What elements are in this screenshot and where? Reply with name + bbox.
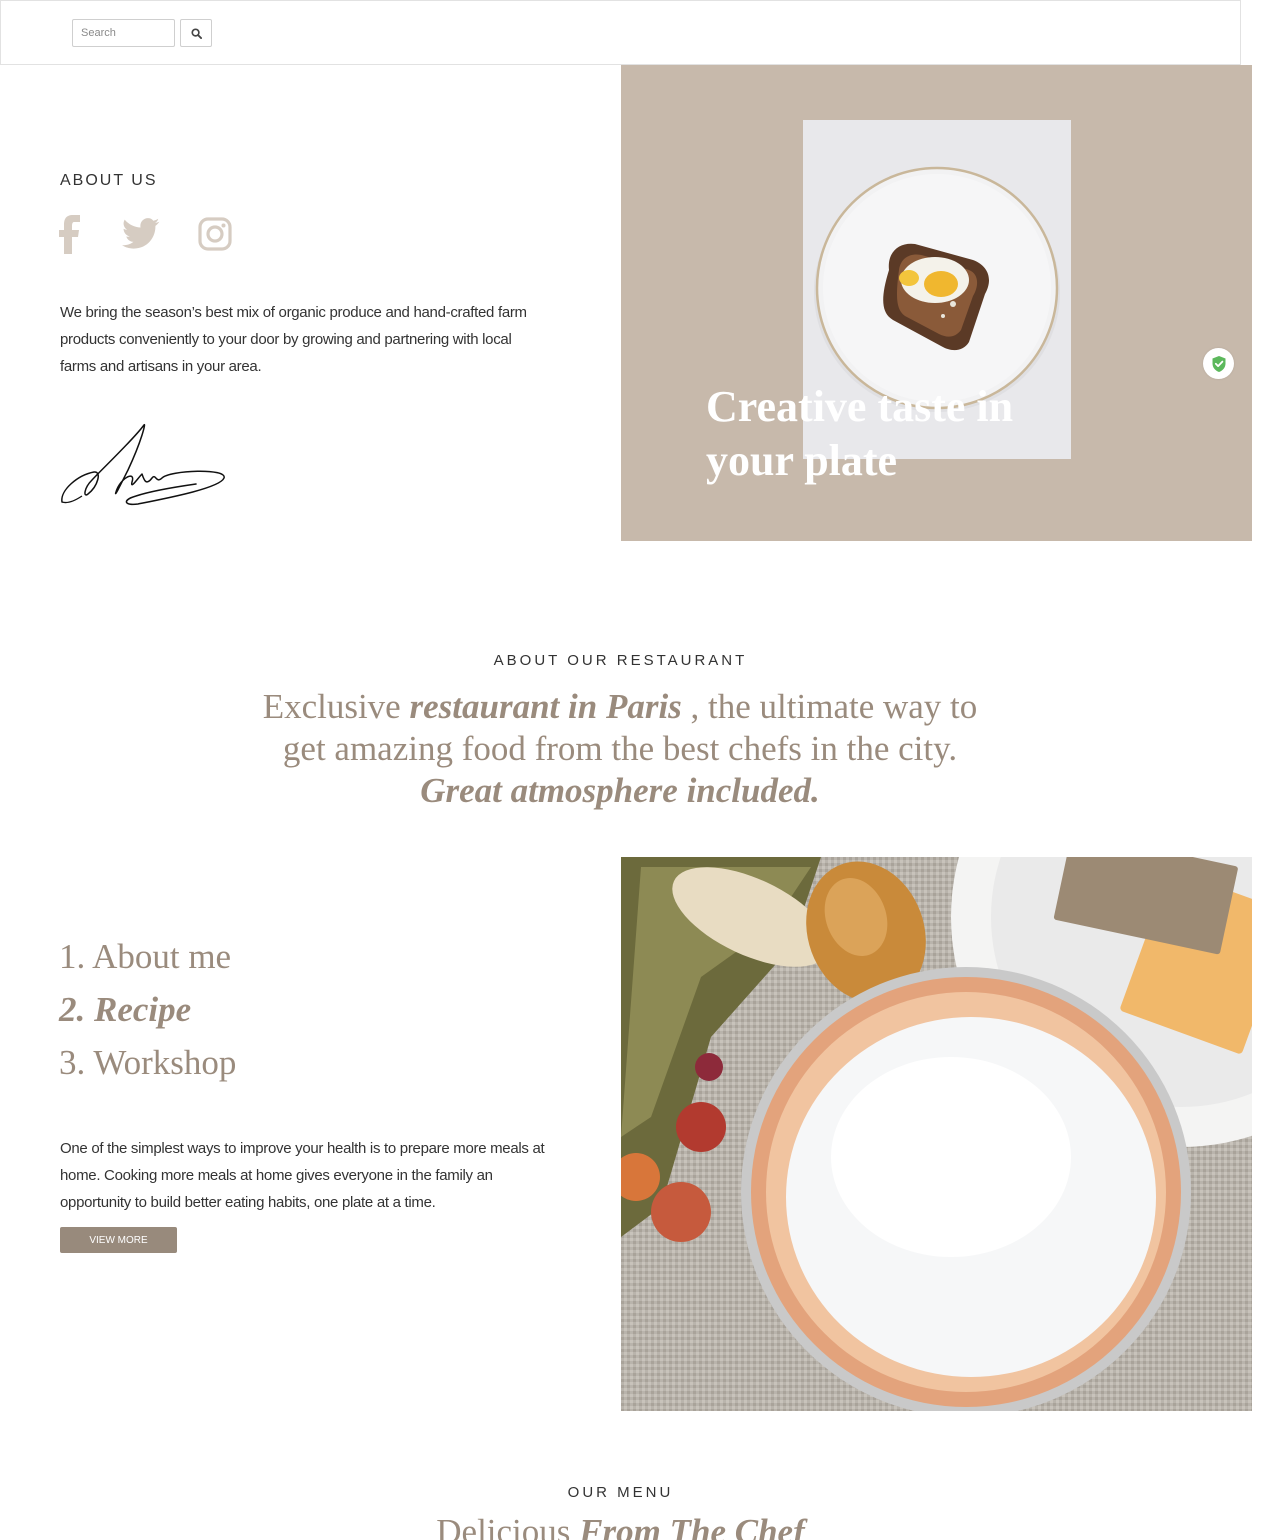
instagram-link[interactable] xyxy=(198,217,232,251)
signature-image xyxy=(61,424,225,506)
menu-title-plain: Delicious xyxy=(436,1512,580,1540)
search-icon xyxy=(190,27,202,39)
restaurant-statement: Exclusive restaurant in Paris , the ulti… xyxy=(240,686,1000,812)
restaurant-label: ABOUT OUR RESTAURANT xyxy=(493,652,748,669)
steps-list: 1. About me 2. Recipe 3. Workshop xyxy=(59,930,236,1089)
about-text: We bring the season’s best mix of organi… xyxy=(60,304,527,375)
shield-check-icon xyxy=(1212,355,1225,372)
step-about-me[interactable]: 1. About me xyxy=(59,930,236,983)
statement-emphasis-2: Great atmosphere included. xyxy=(420,771,820,810)
facebook-icon xyxy=(59,215,80,254)
hero-title: Creative taste in your plate xyxy=(706,382,1014,485)
steps-text: One of the simplest ways to improve your… xyxy=(60,1140,545,1211)
instagram-icon xyxy=(198,217,232,251)
menu-title-emphasis: From The Chef xyxy=(579,1512,805,1540)
about-heading: ABOUT US xyxy=(60,172,158,189)
twitter-link[interactable] xyxy=(122,217,160,251)
step-workshop[interactable]: 3. Workshop xyxy=(59,1036,236,1089)
statement-text-1: Exclusive xyxy=(262,687,410,726)
shield-badge[interactable] xyxy=(1203,348,1234,379)
twitter-icon xyxy=(122,218,160,249)
pie-photo xyxy=(621,857,1252,1411)
facebook-link[interactable] xyxy=(56,214,84,254)
step-recipe[interactable]: 2. Recipe xyxy=(59,983,236,1036)
menu-label: OUR MENU xyxy=(567,1484,674,1501)
top-bar xyxy=(0,0,1241,65)
hero-card: Creative taste in your plate xyxy=(621,65,1252,541)
social-links xyxy=(56,214,232,254)
search-button[interactable] xyxy=(180,19,212,47)
search-input[interactable] xyxy=(72,19,175,47)
view-more-button[interactable]: VIEW MORE xyxy=(60,1227,177,1253)
menu-title: Delicious From The Chef xyxy=(0,1512,1241,1540)
statement-emphasis-1: restaurant in Paris xyxy=(409,687,682,726)
